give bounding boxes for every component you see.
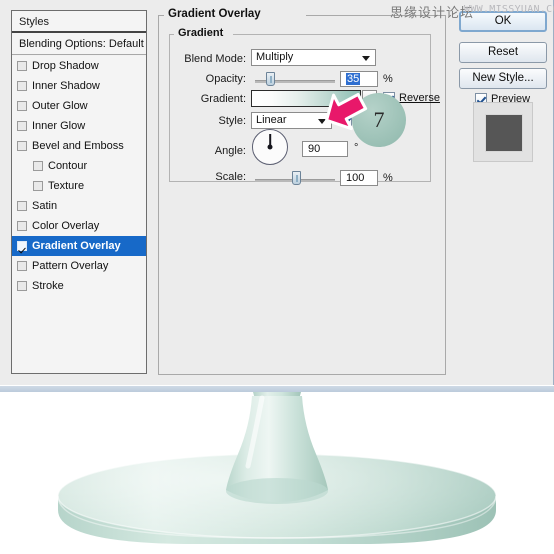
style-enable-checkbox[interactable] [17,281,27,291]
preview-thumbnail [473,102,533,162]
style-enable-checkbox[interactable] [17,101,27,111]
angle-value: 90 [308,143,321,155]
style-enable-checkbox[interactable] [17,201,27,211]
opacity-input[interactable]: 35 [340,71,378,87]
styles-panel: Styles Blending Options: Default Drop Sh… [11,10,147,374]
style-row[interactable]: Texture [12,176,146,196]
style-row[interactable]: Gradient Overlay [12,236,146,256]
style-enable-checkbox[interactable] [33,181,43,191]
style-label: Style: [218,115,246,127]
style-row[interactable]: Satin [12,196,146,216]
style-row-label: Drop Shadow [32,59,99,72]
style-row[interactable]: Contour [12,156,146,176]
blending-options-row[interactable]: Blending Options: Default [12,33,146,55]
style-enable-checkbox[interactable] [17,261,27,271]
reverse-label-text: Reverse [399,92,440,104]
gradient-group-title: Gradient [175,27,227,39]
style-row-label: Pattern Overlay [32,259,109,272]
gradient-label: Gradient: [200,93,246,105]
reverse-label: Reverse [399,92,440,104]
opacity-unit: % [383,73,393,85]
style-row-label: Texture [48,179,85,192]
style-row-label: Color Overlay [32,219,100,232]
scale-input[interactable]: 100 [340,170,378,186]
style-row-label: Satin [32,199,58,212]
angle-unit: ° [354,142,359,154]
chevron-down-icon [362,56,370,61]
gradient-group-line-left [169,34,174,35]
style-enable-checkbox[interactable] [17,81,27,91]
style-enable-checkbox[interactable] [17,61,27,71]
lamp-render-scene [0,392,554,554]
blend-mode-label: Blend Mode: [184,53,246,65]
style-row-label: Bevel and Emboss [32,139,124,152]
gradient-overlay-settings: Gradient Overlay Gradient Blend Mode: Mu… [158,6,446,376]
style-row[interactable]: Pattern Overlay [12,256,146,276]
styles-panel-header: Styles [12,11,146,33]
opacity-label: Opacity: [205,73,246,85]
style-row-label: Stroke [32,279,64,292]
style-enable-checkbox[interactable] [33,161,43,171]
style-enable-checkbox[interactable] [17,241,27,251]
angle-dial[interactable] [252,129,288,165]
style-row-label: Inner Glow [32,119,86,132]
pointer-arrow-icon [325,92,368,131]
style-row[interactable]: Outer Glow [12,96,146,116]
style-enable-checkbox[interactable] [17,141,27,151]
section-title: Gradient Overlay [165,8,264,20]
screenshot-root: Styles Blending Options: Default Drop Sh… [0,0,554,554]
style-enable-checkbox[interactable] [17,221,27,231]
scale-unit: % [383,172,393,184]
style-row-label: Inner Shadow [32,79,100,92]
style-row[interactable]: Inner Shadow [12,76,146,96]
style-value: Linear [256,114,287,126]
new-style-button[interactable]: New Style... [459,68,547,89]
gradient-group-line-right [233,34,431,35]
watermark-site-url: WWW.MISSYUAN.COM [464,4,554,15]
angle-input[interactable]: 90 [302,141,348,157]
blend-mode-dropdown[interactable]: Multiply [251,49,376,66]
angle-label: Angle: [214,145,246,157]
scale-slider-thumb[interactable] [292,171,301,185]
style-row-label: Contour [48,159,88,172]
style-row-label: Outer Glow [32,99,88,112]
scale-value: 100 [346,172,365,184]
scale-label: Scale: [215,171,246,183]
style-row[interactable]: Drop Shadow [12,56,146,76]
reset-button[interactable]: Reset [459,42,547,63]
style-enable-checkbox[interactable] [17,121,27,131]
style-row[interactable]: Color Overlay [12,216,146,236]
lamp-base-illustration [57,392,497,544]
opacity-value: 35 [346,73,361,85]
section-frame-line-left [158,15,164,16]
angle-dial-hub [267,144,273,150]
blend-mode-value: Multiply [256,51,294,63]
watermark-chinese: 思缘设计论坛 [390,6,475,21]
styles-list: Drop Shadow Inner Shadow Outer Glow Inner G… [12,56,146,373]
style-row[interactable]: Bevel and Emboss [12,136,146,156]
opacity-slider-thumb[interactable] [266,72,275,86]
preview-thumbnail-shape [485,114,523,152]
layer-style-dialog: Styles Blending Options: Default Drop Sh… [0,0,554,393]
style-row[interactable]: Inner Glow [12,116,146,136]
style-row-label: Gradient Overlay [32,239,121,252]
style-row[interactable]: Stroke [12,276,146,296]
